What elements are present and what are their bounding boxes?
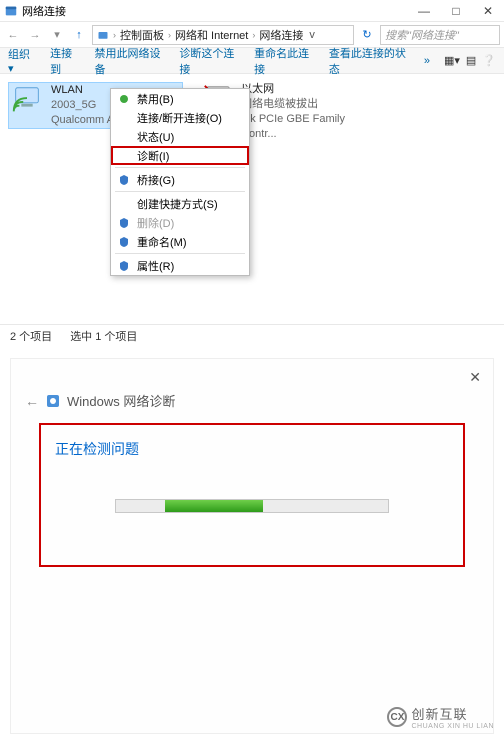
ctx-connect[interactable]: 连接/断开连接(O): [111, 108, 249, 127]
folder-icon: [97, 29, 109, 41]
statusbar: 2 个项目 选中 1 个项目: [0, 324, 504, 346]
ctx-label: 属性(R): [137, 258, 174, 274]
search-input[interactable]: 搜索"网络连接": [380, 25, 500, 45]
minimize-button[interactable]: —: [408, 1, 440, 21]
blank-icon: [117, 197, 131, 211]
connection-text: 以太网 网络电缆被拔出 ...k PCIe GBE Family Contr..…: [241, 82, 376, 141]
diag-close-button[interactable]: ✕: [469, 369, 481, 386]
watermark-text2: CHUANG XIN HU LIAN: [411, 723, 494, 730]
tb-status[interactable]: 查看此连接的状态: [329, 45, 410, 77]
view-icon[interactable]: ▦▾: [444, 54, 460, 67]
shield-icon: [117, 216, 131, 230]
tb-diagnose[interactable]: 诊断这个连接: [179, 45, 240, 77]
disable-icon: [117, 92, 131, 106]
shield-icon: [117, 259, 131, 273]
ctx-diagnose[interactable]: 诊断(I): [111, 146, 249, 165]
diag-title-text: Windows 网络诊断: [67, 391, 175, 410]
selection-count: 选中 1 个项目: [70, 328, 137, 344]
toolbar-right: ▦▾ ▤ ❔: [444, 54, 496, 67]
titlebar: 网络连接 — □ ✕: [0, 0, 504, 22]
ctx-label: 状态(U): [137, 129, 174, 145]
search-placeholder: 搜索"网络连接": [385, 27, 459, 43]
help-icon[interactable]: ❔: [482, 54, 496, 67]
tb-more[interactable]: »: [424, 55, 430, 67]
diag-highlight-box: 正在检测问题: [39, 423, 465, 567]
ctx-label: 诊断(I): [137, 148, 169, 164]
ctx-label: 删除(D): [137, 215, 174, 231]
ctx-rename[interactable]: 重命名(M): [111, 232, 249, 251]
blank-icon: [117, 149, 131, 163]
conn-sub2: ...k PCIe GBE Family Contr...: [241, 112, 376, 142]
back-arrow[interactable]: ←: [4, 26, 22, 44]
conn-name: 以太网: [241, 82, 376, 97]
refresh-icon[interactable]: ↻: [358, 26, 376, 44]
chevron-right-icon: ›: [166, 30, 173, 40]
ctx-label: 连接/断开连接(O): [137, 110, 222, 126]
conn-sub1: 网络电缆被拔出: [241, 97, 376, 112]
separator: [115, 191, 245, 192]
blank-icon: [117, 111, 131, 125]
diag-header: Windows 网络诊断: [11, 359, 493, 424]
blank-icon: [117, 130, 131, 144]
diagnostic-icon: [45, 393, 61, 409]
toolbar: 组织 ▾ 连接到 禁用此网络设备 诊断这个连接 重命名此连接 查看此连接的状态 …: [0, 48, 504, 74]
breadcrumb[interactable]: › 控制面板 › 网络和 Internet › 网络连接 v: [92, 25, 354, 45]
chevron-right-icon: ›: [250, 30, 257, 40]
tb-rename[interactable]: 重命名此连接: [254, 45, 315, 77]
item-count: 2 个项目: [10, 328, 52, 344]
ctx-disable[interactable]: 禁用(B): [111, 89, 249, 108]
chevron-right-icon: ›: [111, 30, 118, 40]
recent-arrow[interactable]: ▾: [48, 26, 66, 44]
diag-back-button[interactable]: ←: [25, 393, 39, 409]
progress-bar: [115, 499, 389, 513]
title-controls: — □ ✕: [408, 1, 504, 21]
separator: [115, 167, 245, 168]
crumb-0[interactable]: 控制面板: [120, 27, 164, 43]
window-title: 网络连接: [22, 3, 66, 19]
shield-icon: [117, 173, 131, 187]
up-arrow[interactable]: ↑: [70, 26, 88, 44]
ctx-label: 创建快捷方式(S): [137, 196, 218, 212]
watermark-text1: 创新互联: [411, 704, 494, 723]
watermark: CX 创新互联 CHUANG XIN HU LIAN: [387, 704, 494, 730]
ctx-status[interactable]: 状态(U): [111, 127, 249, 146]
window-icon: [4, 4, 18, 18]
shield-icon: [117, 235, 131, 249]
forward-arrow[interactable]: →: [26, 26, 44, 44]
ctx-label: 禁用(B): [137, 91, 174, 107]
tb-disable[interactable]: 禁用此网络设备: [95, 45, 166, 77]
details-icon[interactable]: ▤: [466, 54, 476, 67]
chevron-down-icon[interactable]: v: [305, 29, 319, 41]
crumb-1[interactable]: 网络和 Internet: [175, 27, 248, 43]
progress-fill: [165, 500, 263, 512]
watermark-logo-icon: CX: [387, 707, 407, 727]
diagnostic-dialog: ✕ ← Windows 网络诊断 正在检测问题: [10, 358, 494, 734]
context-menu: 禁用(B) 连接/断开连接(O) 状态(U) 诊断(I) 桥接(G) 创建快捷方…: [110, 88, 250, 276]
diag-message: 正在检测问题: [55, 439, 449, 459]
ctx-properties[interactable]: 属性(R): [111, 256, 249, 275]
separator: [115, 253, 245, 254]
ctx-bridge[interactable]: 桥接(G): [111, 170, 249, 189]
maximize-button[interactable]: □: [440, 1, 472, 21]
crumb-2[interactable]: 网络连接: [259, 27, 303, 43]
tb-connect[interactable]: 连接到: [50, 45, 80, 77]
content-area: WLAN 2003_5G Qualcomm Ath... 以太网 网络电缆被拔出…: [0, 74, 504, 324]
ctx-label: 重命名(M): [137, 234, 187, 250]
ctx-shortcut[interactable]: 创建快捷方式(S): [111, 194, 249, 213]
ctx-label: 桥接(G): [137, 172, 175, 188]
ctx-delete[interactable]: 删除(D): [111, 213, 249, 232]
close-button[interactable]: ✕: [472, 1, 504, 21]
tb-organize[interactable]: 组织 ▾: [8, 46, 36, 75]
wifi-icon: [9, 83, 45, 119]
